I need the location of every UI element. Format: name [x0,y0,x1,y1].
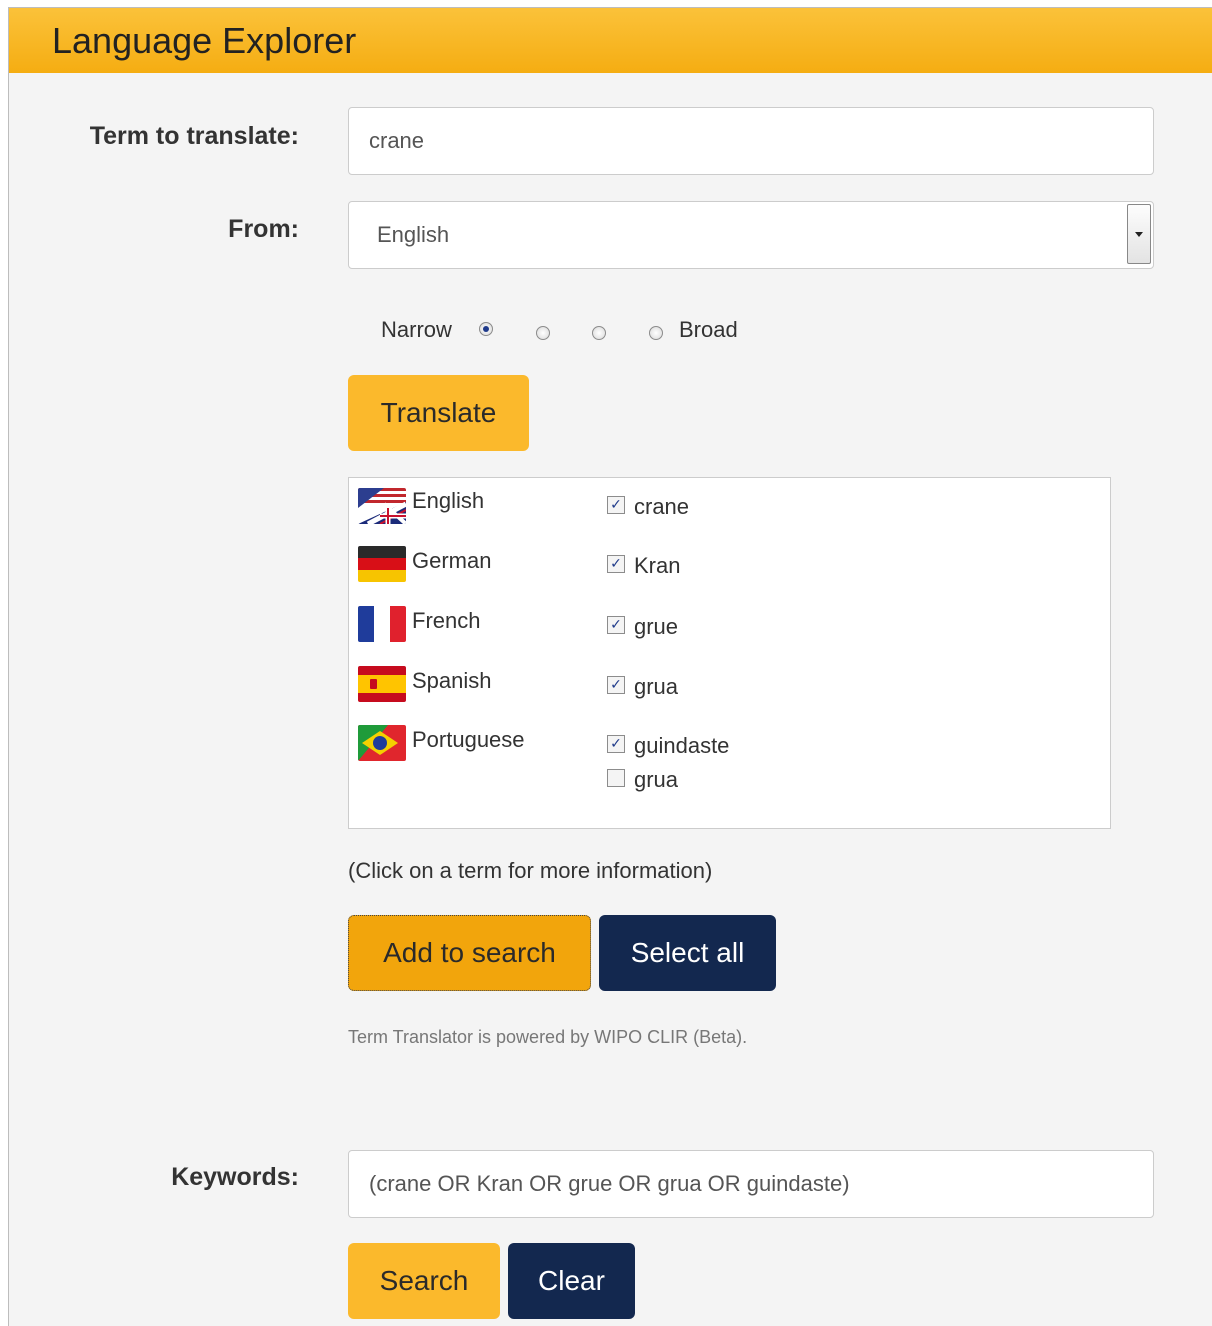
broad-label: Broad [679,317,738,342]
term-text[interactable]: grua [634,767,678,793]
result-row-spanish: Spanish ✓ grua [349,664,1110,704]
term-checkbox[interactable]: ✓ [607,676,625,694]
from-language-select[interactable]: English [348,201,1154,269]
add-to-search-button[interactable]: Add to search [348,915,591,991]
term-text[interactable]: grue [634,614,678,640]
language-label: German [412,548,492,573]
scope-radio-2[interactable] [536,326,550,340]
result-row-french: French ✓ grue [349,604,1110,644]
powered-by-text: Term Translator is powered by WIPO CLIR … [348,1027,748,1047]
search-button[interactable]: Search [348,1243,500,1319]
language-label: Spanish [412,668,492,693]
header-bar: Language Explorer [9,8,1212,73]
term-input-value: crane [369,128,425,153]
france-flag-icon [358,606,406,642]
select-all-button[interactable]: Select all [599,915,776,991]
term-text[interactable]: Kran [634,553,680,579]
clear-button[interactable]: Clear [508,1243,635,1319]
keywords-input[interactable]: (crane OR Kran OR grue OR grua OR guinda… [348,1150,1154,1218]
term-text[interactable]: grua [634,674,678,700]
keywords-label: Keywords: [171,1163,299,1191]
from-label: From: [228,215,299,243]
result-row-english: English ✓ crane [349,484,1110,524]
brazil-portugal-flag-icon [358,725,406,761]
translation-results: English ✓ crane German ✓ Kran French ✓ g… [348,477,1111,829]
term-checkbox[interactable]: ✓ [607,735,625,753]
term-input[interactable]: crane [348,107,1154,175]
language-label: Portuguese [412,727,525,752]
chevron-down-icon [1135,231,1143,237]
term-text[interactable]: crane [634,494,689,520]
language-explorer-panel: Language Explorer Term to translate: cra… [8,7,1212,1326]
uk-usa-flag-icon [358,488,406,524]
dropdown-button[interactable] [1127,204,1151,264]
page-title: Language Explorer [52,20,357,61]
result-row-german: German ✓ Kran [349,544,1110,584]
term-checkbox[interactable]: ✓ [607,496,625,514]
translate-button[interactable]: Translate [348,375,529,451]
term-checkbox[interactable]: ✓ [607,616,625,634]
result-row-portuguese: Portuguese ✓ guindaste grua [349,723,1110,803]
keywords-input-value: (crane OR Kran OR grue OR grua OR guinda… [369,1171,850,1196]
scope-radio-broad[interactable] [649,326,663,340]
language-label: English [412,488,485,513]
scope-radio-narrow[interactable] [479,322,493,336]
term-label: Term to translate: [89,122,299,150]
term-checkbox[interactable] [607,769,625,787]
info-note: (Click on a term for more information) [348,858,713,883]
term-checkbox[interactable]: ✓ [607,555,625,573]
narrow-label: Narrow [381,317,452,342]
scope-radio-3[interactable] [592,326,606,340]
germany-flag-icon [358,546,406,582]
language-label: French [412,608,481,633]
term-text[interactable]: guindaste [634,733,729,759]
from-language-value: English [377,222,450,247]
spain-flag-icon [358,666,406,702]
